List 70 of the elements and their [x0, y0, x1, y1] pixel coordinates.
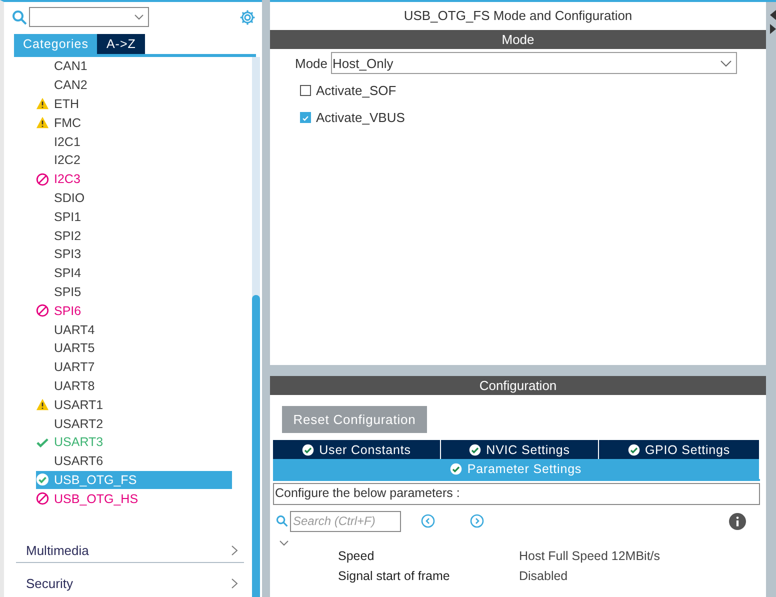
mode-dropdown[interactable]: Host_Only [330, 52, 737, 74]
warning-icon [36, 116, 49, 130]
parameter-value[interactable]: Host Full Speed 12MBit/s [519, 549, 660, 563]
chevron-right-icon[interactable] [231, 578, 238, 589]
checkbox-label: Activate_SOF [316, 83, 396, 98]
check-circle-icon [628, 444, 640, 456]
section-header: Configuration [270, 376, 766, 395]
search-icon [12, 10, 27, 24]
search-combo-field[interactable] [29, 7, 149, 27]
peripheral-item[interactable]: UART4 [36, 320, 232, 339]
peripheral-item[interactable]: SPI4 [36, 264, 232, 283]
field-label: Mode [295, 56, 328, 70]
peripheral-item[interactable]: USB_OTG_HS [36, 489, 232, 508]
check-circle-icon [36, 473, 49, 486]
prohibited-icon [36, 304, 49, 318]
peripheral-item[interactable]: SPI2 [36, 226, 232, 245]
prohibited-icon [36, 172, 49, 186]
peripheral-item[interactable]: UART8 [36, 376, 232, 396]
settings-icon[interactable] [239, 8, 256, 26]
check-icon [36, 436, 49, 449]
check-circle-icon [469, 444, 482, 456]
peripheral-item[interactable]: UART5 [36, 338, 232, 358]
tab[interactable]: A->Z [97, 34, 145, 54]
peripheral-item[interactable]: UART7 [36, 358, 232, 377]
next-icon[interactable] [470, 514, 484, 528]
settings-tab[interactable]: GPIO Settings [599, 440, 760, 459]
info-icon[interactable] [729, 512, 746, 530]
peripheral-item[interactable]: I2C3 [36, 170, 232, 189]
peripheral-item[interactable]: CAN2 [36, 76, 232, 95]
collapse-arrow-icon[interactable] [770, 10, 776, 20]
check-circle-icon [302, 444, 314, 456]
peripheral-item[interactable]: USART2 [36, 414, 232, 433]
chevron-right-icon[interactable] [231, 544, 238, 556]
previous-icon[interactable] [421, 514, 435, 528]
checkbox[interactable] [300, 112, 311, 123]
peripheral-item[interactable]: SPI5 [36, 282, 232, 302]
dropdown-chevron-icon[interactable] [134, 14, 144, 20]
peripheral-item[interactable]: SPI6 [36, 301, 232, 320]
peripheral-item[interactable]: I2C1 [36, 132, 232, 151]
expand-arrow-icon[interactable] [770, 24, 776, 34]
search-icon [276, 515, 288, 527]
panel-title: USB_OTG_FS Mode and Configuration [402, 7, 634, 25]
peripheral-item[interactable]: I2C2 [36, 150, 232, 170]
category-item[interactable]: Multimedia [14, 538, 252, 562]
peripheral-item[interactable]: SDIO [36, 188, 232, 208]
peripheral-item[interactable]: SPI1 [36, 207, 232, 226]
checkbox[interactable] [300, 85, 311, 96]
warning-icon [36, 97, 49, 110]
parameter-name: Speed [337, 549, 376, 563]
section-header: Mode [270, 30, 766, 49]
peripheral-item[interactable]: ETH [36, 94, 232, 114]
parameter-value[interactable]: Disabled [519, 569, 568, 583]
category-item[interactable]: Security [14, 571, 252, 596]
peripheral-item[interactable]: FMC [36, 113, 232, 132]
settings-tab[interactable]: User Constants [273, 440, 441, 459]
peripheral-item[interactable]: USART6 [36, 452, 232, 471]
dropdown-chevron-icon[interactable] [720, 60, 732, 66]
warning-icon [36, 398, 49, 412]
peripheral-item[interactable]: USART1 [36, 395, 232, 414]
parameter-name: Signal start of frame [337, 569, 451, 583]
scrollbar-thumb[interactable] [252, 295, 260, 597]
settings-tab[interactable]: NVIC Settings [441, 440, 599, 459]
check-circle-icon [450, 463, 462, 475]
peripheral-item[interactable]: CAN1 [36, 57, 232, 76]
search-field[interactable]: Search (Ctrl+F) [290, 510, 401, 532]
peripheral-item[interactable]: SPI3 [36, 244, 232, 264]
description-text: Configure the below parameters : [273, 483, 760, 505]
prohibited-icon [36, 492, 49, 506]
collapse-chevron-icon[interactable] [279, 540, 289, 546]
checkbox-label: Activate_VBUS [316, 110, 405, 125]
